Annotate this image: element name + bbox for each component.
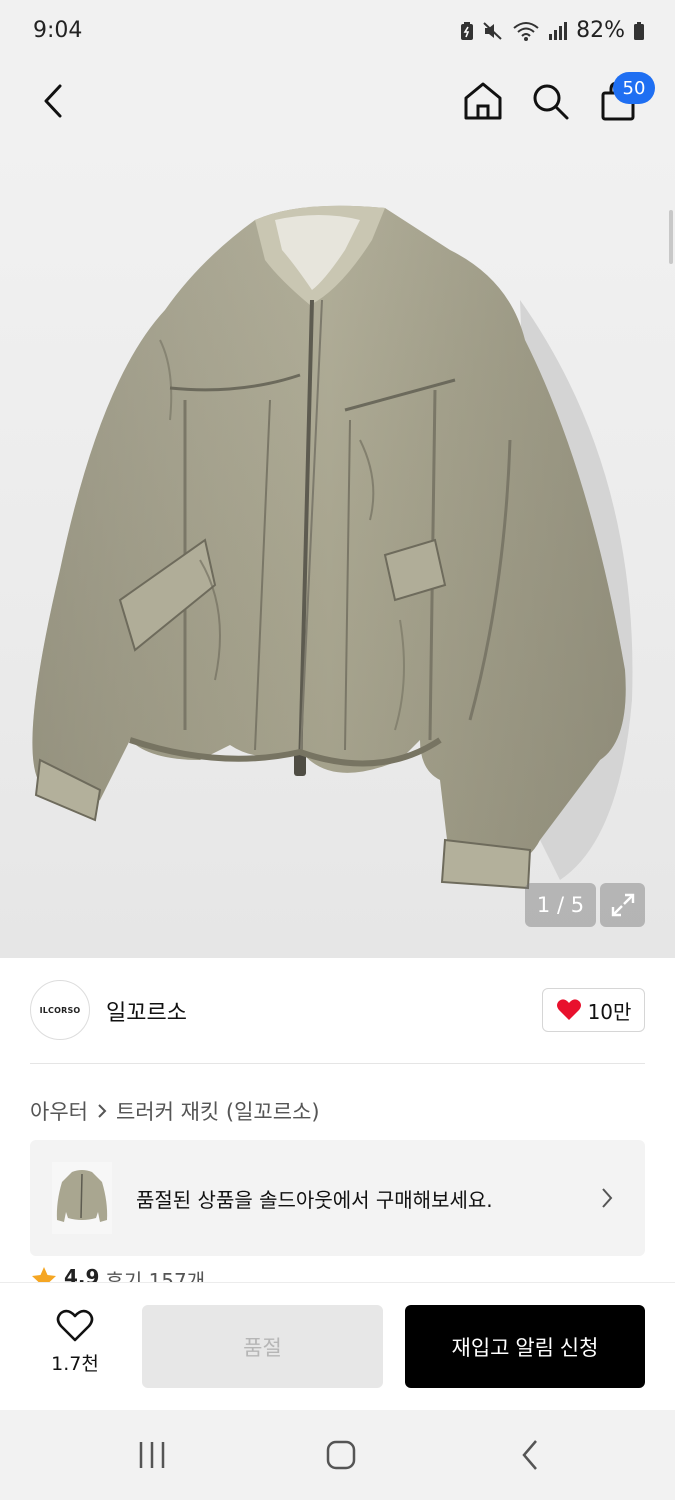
- brand-name[interactable]: 일꼬르소: [106, 995, 187, 1027]
- product-image-gallery[interactable]: 1 / 5: [0, 140, 675, 958]
- system-home-button[interactable]: [311, 1432, 371, 1478]
- mute-icon: [482, 21, 504, 41]
- scrollbar-thumb[interactable]: [669, 210, 673, 264]
- banner-product-thumbnail: [52, 1162, 112, 1234]
- recent-apps-icon: [139, 1442, 165, 1468]
- wishlist-count: 1.7천: [51, 1353, 99, 1375]
- chevron-right-icon: [602, 1188, 613, 1208]
- brand-row[interactable]: ILCORSO 일꼬르소 10만: [0, 958, 675, 1064]
- soldout-marketplace-banner[interactable]: 품절된 상품을 솔드아웃에서 구매해보세요.: [30, 1140, 645, 1256]
- status-time: 9:04: [33, 18, 83, 43]
- search-button[interactable]: [525, 76, 575, 126]
- image-counter: 1 / 5: [525, 883, 596, 927]
- back-button[interactable]: [28, 76, 78, 126]
- recent-apps-button[interactable]: [122, 1432, 182, 1478]
- chevron-left-icon: [44, 84, 62, 118]
- breadcrumb-category[interactable]: 아우터: [30, 1096, 88, 1126]
- battery-percent: 82%: [576, 18, 625, 43]
- status-bar: 9:04 82%: [0, 0, 675, 62]
- status-icons: 82%: [460, 18, 645, 43]
- heart-outline-icon: [56, 1309, 94, 1342]
- signal-icon: [548, 21, 568, 41]
- home-button[interactable]: [458, 76, 508, 126]
- battery-icon: [633, 21, 645, 41]
- brand-logo[interactable]: ILCORSO: [30, 980, 90, 1040]
- banner-text: 품절된 상품을 솔드아웃에서 구매해보세요.: [136, 1188, 493, 1212]
- brand-like-count: 10만: [587, 999, 632, 1024]
- brand-like-button[interactable]: 10만: [542, 988, 645, 1032]
- battery-saver-icon: [460, 21, 474, 41]
- purchase-action-bar: 1.7천 품절 재입고 알림 신청: [0, 1282, 675, 1410]
- expand-image-button[interactable]: [600, 883, 645, 927]
- wishlist-button[interactable]: 1.7천: [40, 1309, 110, 1379]
- expand-icon: [611, 893, 634, 917]
- top-navigation: [0, 62, 675, 140]
- home-icon: [464, 82, 502, 120]
- breadcrumb: 아우터 트러커 재킷 (일꼬르소): [30, 1096, 320, 1126]
- divider: [30, 1063, 645, 1064]
- system-navigation-bar: [0, 1410, 675, 1500]
- cart-count-badge: 50: [613, 72, 655, 104]
- heart-filled-icon: [556, 999, 581, 1020]
- chevron-right-icon: [98, 1104, 107, 1118]
- chevron-left-icon: [522, 1440, 537, 1470]
- system-back-button[interactable]: [500, 1432, 560, 1478]
- breadcrumb-product: 트러커 재킷 (일꼬르소): [115, 1100, 320, 1124]
- search-icon: [533, 84, 569, 120]
- wifi-icon: [512, 20, 540, 42]
- product-image: [32, 205, 633, 890]
- restock-alert-button[interactable]: 재입고 알림 신청: [405, 1305, 645, 1388]
- soldout-button: 품절: [142, 1305, 383, 1388]
- rounded-square-icon: [326, 1440, 356, 1470]
